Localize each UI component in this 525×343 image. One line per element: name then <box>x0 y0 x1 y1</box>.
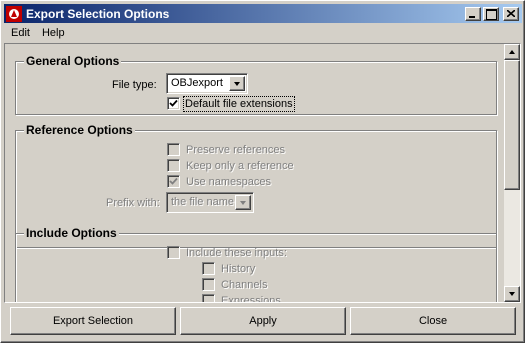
general-options-title: General Options <box>24 54 122 68</box>
keep-reference-checkbox[interactable] <box>167 159 180 172</box>
default-ext-checkbox[interactable] <box>167 97 180 110</box>
menu-edit[interactable]: Edit <box>5 27 36 39</box>
prefix-with-select[interactable]: the file name <box>166 192 254 213</box>
channels-label: Channels <box>221 279 268 291</box>
scroll-down-icon[interactable] <box>504 286 520 302</box>
use-namespaces-checkbox[interactable] <box>167 175 180 188</box>
chevron-down-icon[interactable] <box>235 195 251 210</box>
button-bar: Export Selection Apply Close <box>4 307 521 337</box>
vertical-scrollbar[interactable] <box>504 44 520 302</box>
history-label: History <box>221 263 256 275</box>
file-type-select[interactable]: OBJexport <box>166 73 248 94</box>
file-type-value: OBJexport <box>171 77 223 89</box>
menu-bar: Edit Help <box>5 24 71 42</box>
include-inputs-checkbox[interactable] <box>167 246 180 259</box>
close-button[interactable]: Close <box>350 307 516 335</box>
history-checkbox[interactable] <box>202 262 215 275</box>
close-icon[interactable] <box>503 6 519 21</box>
export-options-window: Export Selection Options Edit Help Gener… <box>0 0 525 343</box>
general-options-group: General Options File type: OBJexport Def… <box>15 54 497 115</box>
chevron-down-icon[interactable] <box>229 76 245 91</box>
preserve-references-label: Preserve references <box>186 144 286 156</box>
check-icon <box>169 99 178 107</box>
maya-app-icon <box>6 5 22 22</box>
window-title: Export Selection Options <box>26 6 170 21</box>
expressions-checkbox[interactable] <box>202 294 215 302</box>
apply-button[interactable]: Apply <box>180 307 346 335</box>
include-inputs-label: Include these inputs: <box>186 247 287 259</box>
options-content: General Options File type: OBJexport Def… <box>5 44 504 302</box>
menu-help[interactable]: Help <box>36 27 71 39</box>
scroll-up-icon[interactable] <box>504 44 520 60</box>
prefix-with-value: the file name <box>171 196 234 208</box>
maximize-icon[interactable] <box>483 6 499 21</box>
title-bar[interactable]: Export Selection Options <box>4 4 522 23</box>
expressions-label: Expressions <box>221 295 281 302</box>
reference-options-title: Reference Options <box>24 123 135 137</box>
keep-reference-label: Keep only a reference <box>186 160 294 172</box>
scroll-thumb[interactable] <box>504 60 520 190</box>
options-scroll-area[interactable]: General Options File type: OBJexport Def… <box>4 43 521 303</box>
check-icon <box>169 177 178 185</box>
include-options-group: Include Options Include these inputs: Hi… <box>15 226 497 302</box>
prefix-with-label: Prefix with: <box>106 197 160 209</box>
include-options-title: Include Options <box>24 226 119 240</box>
channels-checkbox[interactable] <box>202 278 215 291</box>
export-selection-button[interactable]: Export Selection <box>10 307 176 335</box>
preserve-references-checkbox[interactable] <box>167 143 180 156</box>
file-type-label: File type: <box>112 79 157 91</box>
use-namespaces-label: Use namespaces <box>186 176 271 188</box>
minimize-icon[interactable] <box>465 6 481 21</box>
default-ext-label[interactable]: Default file extensions <box>183 96 295 112</box>
